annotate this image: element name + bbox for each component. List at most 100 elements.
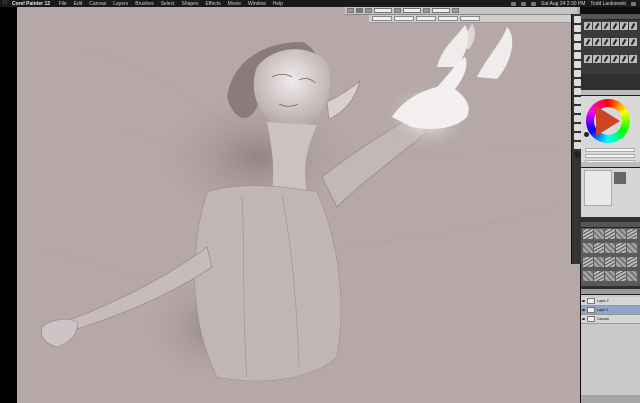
opacity-icon[interactable] — [394, 8, 401, 13]
brush-thumb[interactable] — [620, 38, 628, 47]
mixer-pad[interactable] — [584, 170, 612, 206]
menu-edit[interactable]: Edit — [70, 1, 86, 7]
magic-wand-tool-icon[interactable] — [573, 79, 581, 86]
paper-thumb[interactable] — [627, 257, 637, 267]
color-triangle[interactable] — [596, 106, 620, 136]
battery-icon[interactable] — [530, 1, 536, 6]
opacity-field[interactable] — [403, 8, 421, 13]
option-field-4[interactable] — [438, 16, 458, 21]
size-field[interactable] — [374, 8, 392, 13]
brush-thumb[interactable] — [629, 54, 637, 63]
menu-select[interactable]: Select — [157, 1, 178, 7]
current-color-swatch[interactable] — [584, 132, 589, 137]
paper-thumb[interactable] — [627, 243, 637, 253]
menu-movie[interactable]: Movie — [224, 1, 244, 7]
grain-icon[interactable] — [423, 8, 430, 13]
brush-icon[interactable] — [347, 8, 354, 13]
paper-thumb[interactable] — [583, 229, 593, 239]
paper-thumb[interactable] — [583, 271, 593, 281]
eraser-tool-icon[interactable] — [573, 34, 581, 41]
eye-icon[interactable] — [582, 300, 585, 302]
user-name[interactable]: Todd Lankowski — [590, 1, 626, 7]
grain-field[interactable] — [432, 8, 450, 13]
brush-thumb[interactable] — [584, 38, 592, 47]
brush-thumb[interactable] — [629, 22, 637, 30]
brush-thumb[interactable] — [593, 22, 601, 30]
paper-thumb[interactable] — [616, 257, 626, 267]
grabber-tool-icon[interactable] — [573, 124, 581, 131]
menu-layers[interactable]: Layers — [110, 1, 132, 7]
brush-thumb[interactable] — [602, 22, 610, 30]
paper-thumb[interactable] — [594, 257, 604, 267]
paper-thumb[interactable] — [627, 229, 637, 239]
hue-slider[interactable] — [585, 148, 635, 152]
mode-icon[interactable] — [365, 8, 372, 13]
layer-adjust-tool-icon[interactable] — [573, 43, 581, 50]
main-color-swatch[interactable] — [573, 151, 581, 158]
painting-canvas[interactable] — [17, 7, 580, 403]
menu-effects[interactable]: Effects — [202, 1, 224, 7]
brush-thumb[interactable] — [611, 22, 619, 30]
menu-help[interactable]: Help — [269, 1, 286, 7]
option-field-2[interactable] — [394, 16, 414, 21]
brush-thumb[interactable] — [620, 22, 628, 30]
brush-variant-icon[interactable] — [356, 8, 363, 13]
brush-panel-title[interactable] — [581, 14, 640, 20]
paper-thumb[interactable] — [583, 257, 593, 267]
paper-thumb[interactable] — [616, 229, 626, 239]
mixer-swatch[interactable] — [614, 172, 626, 184]
apple-icon[interactable]:  — [3, 1, 7, 6]
layers-panel-title[interactable] — [581, 289, 640, 295]
paper-thumb[interactable] — [605, 229, 615, 239]
brush-thumb[interactable] — [602, 38, 610, 47]
option-field-5[interactable] — [460, 16, 480, 21]
dropper-tool-icon[interactable] — [573, 25, 581, 32]
mixer-panel-title[interactable] — [581, 162, 640, 168]
mirror-tool-icon[interactable] — [573, 115, 581, 122]
paper-thumb[interactable] — [627, 271, 637, 281]
spotlight-icon[interactable] — [631, 1, 636, 6]
eye-icon[interactable] — [582, 309, 585, 311]
brush-thumb[interactable] — [602, 54, 610, 63]
paper-thumb[interactable] — [583, 243, 593, 253]
shape-tool-icon[interactable] — [573, 88, 581, 95]
brush-thumb[interactable] — [611, 54, 619, 63]
eye-icon[interactable] — [582, 318, 585, 320]
crop-tool-icon[interactable] — [573, 61, 581, 68]
paper-thumb[interactable] — [616, 243, 626, 253]
menu-shapes[interactable]: Shapes — [178, 1, 202, 7]
app-menu[interactable]: Corel Painter 12 — [0, 1, 55, 7]
brush-thumb[interactable] — [611, 38, 619, 47]
brush-thumb[interactable] — [629, 38, 637, 47]
paper-thumb[interactable] — [616, 271, 626, 281]
fill-tool-icon[interactable] — [573, 106, 581, 113]
layer-row[interactable]: Canvas — [581, 315, 640, 324]
option-field-3[interactable] — [416, 16, 436, 21]
reset-icon[interactable] — [452, 8, 459, 13]
color-panel-title[interactable] — [581, 90, 640, 96]
paper-thumb[interactable] — [605, 243, 615, 253]
rotate-page-tool-icon[interactable] — [573, 142, 581, 149]
volume-icon[interactable] — [520, 1, 526, 6]
transform-tool-icon[interactable] — [573, 52, 581, 59]
option-field-1[interactable] — [372, 16, 392, 21]
brush-tool-icon[interactable] — [573, 16, 581, 23]
clock[interactable]: Sat Aug 24 2:30 PM — [541, 1, 585, 7]
brush-thumb[interactable] — [593, 54, 601, 63]
paper-thumb[interactable] — [594, 243, 604, 253]
menu-brushes[interactable]: Brushes — [132, 1, 157, 7]
wifi-icon[interactable] — [510, 1, 516, 6]
menu-window[interactable]: Window — [245, 1, 270, 7]
paper-thumb[interactable] — [605, 271, 615, 281]
lasso-tool-icon[interactable] — [573, 70, 581, 77]
brush-thumb[interactable] — [593, 38, 601, 47]
paper-thumb[interactable] — [594, 271, 604, 281]
paper-thumb[interactable] — [594, 229, 604, 239]
brush-thumb[interactable] — [584, 54, 592, 63]
brush-thumb[interactable] — [584, 22, 592, 30]
paper-panel-title[interactable] — [581, 222, 640, 228]
layer-row[interactable]: Layer 2 — [581, 297, 640, 306]
magnifier-tool-icon[interactable] — [573, 133, 581, 140]
text-tool-icon[interactable] — [573, 97, 581, 104]
menu-canvas[interactable]: Canvas — [86, 1, 110, 7]
